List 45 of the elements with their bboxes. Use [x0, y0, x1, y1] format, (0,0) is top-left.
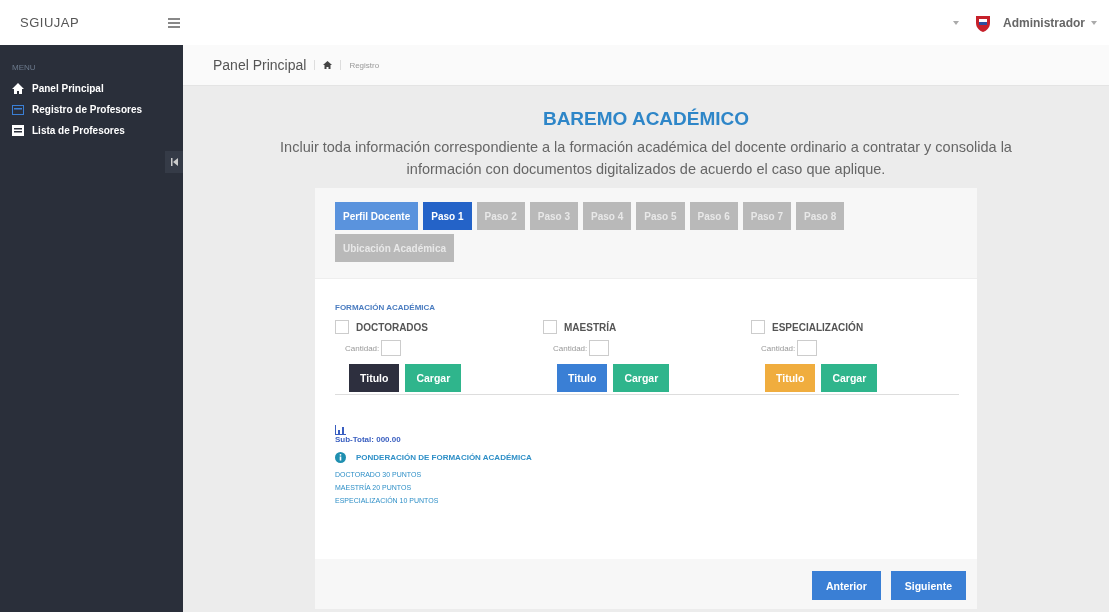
checkbox-label: MAESTRÍA	[564, 321, 617, 333]
info-heading: PONDERACIÓN DE FORMACIÓN ACADÉMICA	[356, 453, 532, 462]
card-icon	[12, 104, 24, 115]
menu-icon	[168, 17, 180, 28]
subtotal-text: Sub-Total: 000.00	[335, 435, 401, 444]
field-label: Cantidad:	[345, 343, 380, 353]
sidebar-item[interactable]: Lista de Profesores	[0, 120, 183, 141]
checkbox[interactable]	[335, 320, 349, 334]
bar-chart-icon	[335, 425, 346, 435]
collapse-icon	[170, 158, 178, 166]
checkbox-label: ESPECIALIZACIÓN	[772, 321, 864, 333]
upload-button[interactable]: Cargar	[613, 364, 670, 392]
title-button[interactable]: Titulo	[349, 364, 400, 392]
sidebar-item[interactable]: Panel Principal	[0, 78, 183, 99]
list-icon	[12, 125, 24, 136]
sidebar-item[interactable]: Registro de Profesores	[0, 99, 183, 120]
section-title: FORMACIÓN ACADÉMICA	[335, 303, 437, 312]
upload-button[interactable]: Cargar	[821, 364, 878, 392]
page-title: BAREMO ACADÉMICO	[542, 108, 750, 130]
caret-icon	[1091, 20, 1097, 25]
info-icon	[335, 452, 346, 463]
previous-button[interactable]: Anterior	[811, 571, 881, 600]
next-button[interactable]: Siguiente	[890, 571, 966, 600]
step-tab[interactable]: Paso 1	[423, 202, 472, 230]
caret-icon	[953, 20, 959, 25]
collapse-button[interactable]	[165, 151, 183, 173]
home-icon	[12, 83, 24, 94]
field-label: Cantidad:	[761, 343, 796, 353]
checkbox[interactable]	[751, 320, 765, 334]
page-description: Incluir toda información correspondiente a la formación académica del docente ordinario a contratar y consolida la información con documentos digitalizados de acuerdo el caso que aplique.	[279, 138, 1013, 179]
checkbox[interactable]	[543, 320, 557, 334]
title-button[interactable]: Titulo	[557, 364, 608, 392]
checkbox-label: DOCTORADOS	[356, 321, 429, 333]
step-tab[interactable]: Perfil Docente	[335, 202, 419, 230]
shield-icon	[975, 13, 991, 32]
quantity-field[interactable]	[797, 340, 818, 356]
breadcrumb-title: Panel Principal	[213, 57, 307, 73]
brand-logo[interactable]: SGIUJAP	[20, 15, 165, 30]
menu-heading: MENU	[11, 63, 37, 74]
breadcrumb-link[interactable]: Registro	[349, 60, 380, 70]
quantity-field[interactable]	[589, 340, 610, 356]
field-label: Cantidad:	[553, 343, 588, 353]
home-icon	[323, 61, 333, 69]
upload-button[interactable]: Cargar	[405, 364, 462, 392]
quantity-field[interactable]	[381, 340, 402, 356]
